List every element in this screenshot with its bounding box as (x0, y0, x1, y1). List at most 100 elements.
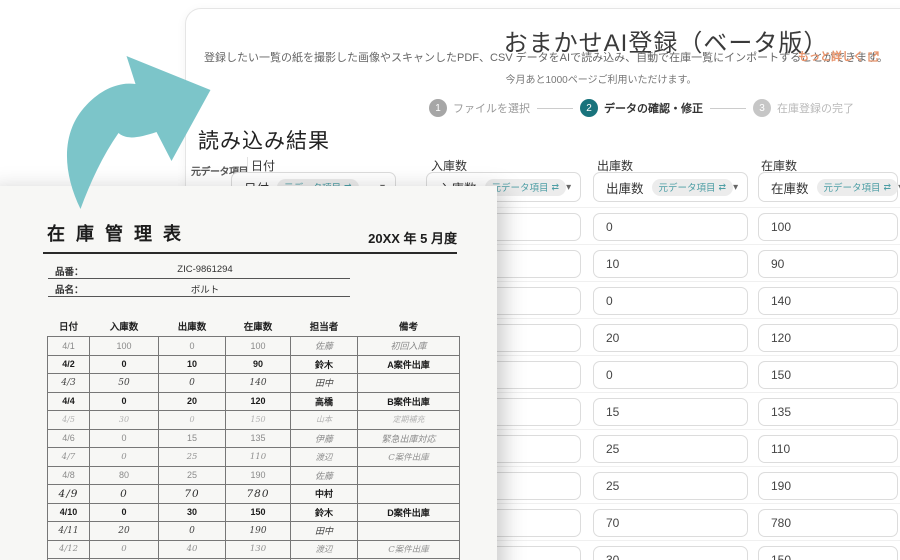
stepper-step-1[interactable]: 1ファイルを選択 (429, 99, 530, 117)
paper-cell-out: 10 (159, 355, 226, 374)
paper-cell-person: 中村 (291, 485, 358, 504)
paper-period: 20XX 年 5 月度 (368, 228, 457, 247)
out-value-input[interactable] (593, 324, 748, 352)
paper-cell-in: 80 (90, 466, 159, 485)
paper-cell-person: 鈴木 (291, 355, 358, 374)
out-value-input[interactable] (593, 398, 748, 426)
out-value-input[interactable] (593, 213, 748, 241)
paper-cell-in: 100 (90, 337, 159, 356)
stepper-step-3[interactable]: 3 在庫登録の完了 (753, 99, 854, 117)
paper-table-row: 4/88025190佐藤 (48, 466, 460, 485)
paper-cell-in: 0 (90, 429, 159, 448)
paper-col-header: 備考 (358, 316, 460, 337)
paper-table-body: 4/11000100佐藤初回入庫4/201090鈴木A案件出庫4/3500140… (48, 337, 460, 560)
part-no-label: 品番： (55, 264, 84, 278)
paper-cell-in: 30 (90, 411, 159, 430)
paper-table-row: 4/6015135伊藤緊急出庫対応 (48, 429, 460, 448)
chevron-down-icon: ▾ (733, 182, 738, 193)
paper-col-header: 在庫数 (226, 316, 291, 337)
paper-cell-date: 4/2 (48, 355, 90, 374)
stock-value-input[interactable] (758, 509, 898, 537)
step-number-badge: 2 (580, 99, 598, 117)
paper-cell-stock: 150 (226, 411, 291, 430)
stock-value-input[interactable] (758, 398, 898, 426)
paper-table-row: 4/7025110渡辺C案件出庫 (48, 448, 460, 467)
selected-mapping-value: 在庫数 (771, 178, 809, 197)
paper-cell-stock: 140 (226, 374, 291, 393)
paper-sheet: 在 庫 管 理 表 20XX 年 5 月度 品番： ZIC-9861294 品名… (0, 186, 497, 560)
paper-cell-stock: 90 (226, 355, 291, 374)
paper-cell-stock: 190 (226, 522, 291, 541)
step-number-badge: 1 (429, 99, 447, 117)
mapping-select-out[interactable]: 出庫数元データ項目⇄▾ (593, 172, 748, 202)
paper-cell-out: 20 (159, 392, 226, 411)
paper-cell-note (358, 374, 460, 393)
out-value-input[interactable] (593, 546, 748, 560)
stock-value-input[interactable] (758, 213, 898, 241)
title-underline (43, 252, 457, 254)
stock-value-input[interactable] (758, 361, 898, 389)
out-value-input[interactable] (593, 435, 748, 463)
paper-cell-out: 25 (159, 448, 226, 467)
paper-cell-in: 0 (90, 448, 159, 467)
paper-col-header: 日付 (48, 316, 90, 337)
paper-table-row: 4/12040130渡辺C案件出庫 (48, 540, 460, 559)
paper-table: 日付入庫数出庫数在庫数担当者備考 4/11000100佐藤初回入庫4/20109… (47, 316, 460, 560)
source-column-chip[interactable]: 元データ項目⇄ (817, 179, 899, 196)
paper-cell-date: 4/5 (48, 411, 90, 430)
paper-cell-person: 佐藤 (291, 466, 358, 485)
stock-value-input[interactable] (758, 546, 898, 560)
paper-cell-date: 4/12 (48, 540, 90, 559)
source-column-chip[interactable]: 元データ項目⇄ (652, 179, 734, 196)
paper-cell-person: 伊藤 (291, 429, 358, 448)
paper-title: 在 庫 管 理 表 (47, 220, 184, 246)
step-label: 在庫登録の完了 (777, 100, 854, 116)
paper-table-row: 4/4020120高橋B案件出庫 (48, 392, 460, 411)
out-value-input[interactable] (593, 250, 748, 278)
paper-cell-note: 緊急出庫対応 (358, 429, 460, 448)
chip-label: 元データ項目 (659, 180, 716, 194)
paper-cell-note (358, 466, 460, 485)
part-no-underline (48, 278, 350, 279)
paper-cell-out: 70 (159, 485, 226, 504)
paper-cell-stock: 110 (226, 448, 291, 467)
paper-cell-in: 50 (90, 374, 159, 393)
paper-cell-note: A案件出庫 (358, 355, 460, 374)
paper-cell-note: B案件出庫 (358, 392, 460, 411)
paper-cell-out: 30 (159, 503, 226, 522)
paper-cell-note (358, 522, 460, 541)
paper-cell-stock: 150 (226, 503, 291, 522)
paper-cell-stock: 120 (226, 392, 291, 411)
part-name-label: 品名： (55, 282, 84, 296)
out-value-input[interactable] (593, 361, 748, 389)
stock-value-input[interactable] (758, 250, 898, 278)
paper-cell-stock: 100 (226, 337, 291, 356)
stock-value-input[interactable] (758, 324, 898, 352)
paper-cell-out: 0 (159, 522, 226, 541)
out-value-input[interactable] (593, 472, 748, 500)
stock-value-input[interactable] (758, 435, 898, 463)
step-number-badge: 3 (753, 99, 771, 117)
paper-cell-in: 0 (90, 485, 159, 504)
paper-cell-date: 4/9 (48, 485, 90, 504)
curved-arrow-icon (48, 42, 223, 212)
paper-col-header: 入庫数 (90, 316, 159, 337)
out-value-input[interactable] (593, 509, 748, 537)
stock-value-input[interactable] (758, 287, 898, 315)
stock-value-input[interactable] (758, 472, 898, 500)
paper-cell-person: 渡辺 (291, 540, 358, 559)
paper-cell-stock: 190 (226, 466, 291, 485)
paper-cell-out: 15 (159, 429, 226, 448)
paper-cell-date: 4/4 (48, 392, 90, 411)
stepper-step-2[interactable]: 2データの確認・修正 (580, 99, 703, 117)
part-name-underline (48, 296, 350, 297)
paper-cell-note (358, 485, 460, 504)
mapping-select-stock[interactable]: 在庫数元データ項目⇄▾ (758, 172, 898, 202)
more-details-link[interactable]: もっと詳しく (798, 48, 879, 64)
paper-table-row: 4/11200190田中 (48, 522, 460, 541)
swap-icon: ⇄ (552, 182, 560, 193)
screen: おまかせAI登録（ベータ版） 登録したい一覧の紙を撮影した画像やスキャンしたPD… (0, 0, 900, 560)
out-value-input[interactable] (593, 287, 748, 315)
paper-cell-in: 0 (90, 355, 159, 374)
paper-table-row: 4/10030150鈴木D案件出庫 (48, 503, 460, 522)
